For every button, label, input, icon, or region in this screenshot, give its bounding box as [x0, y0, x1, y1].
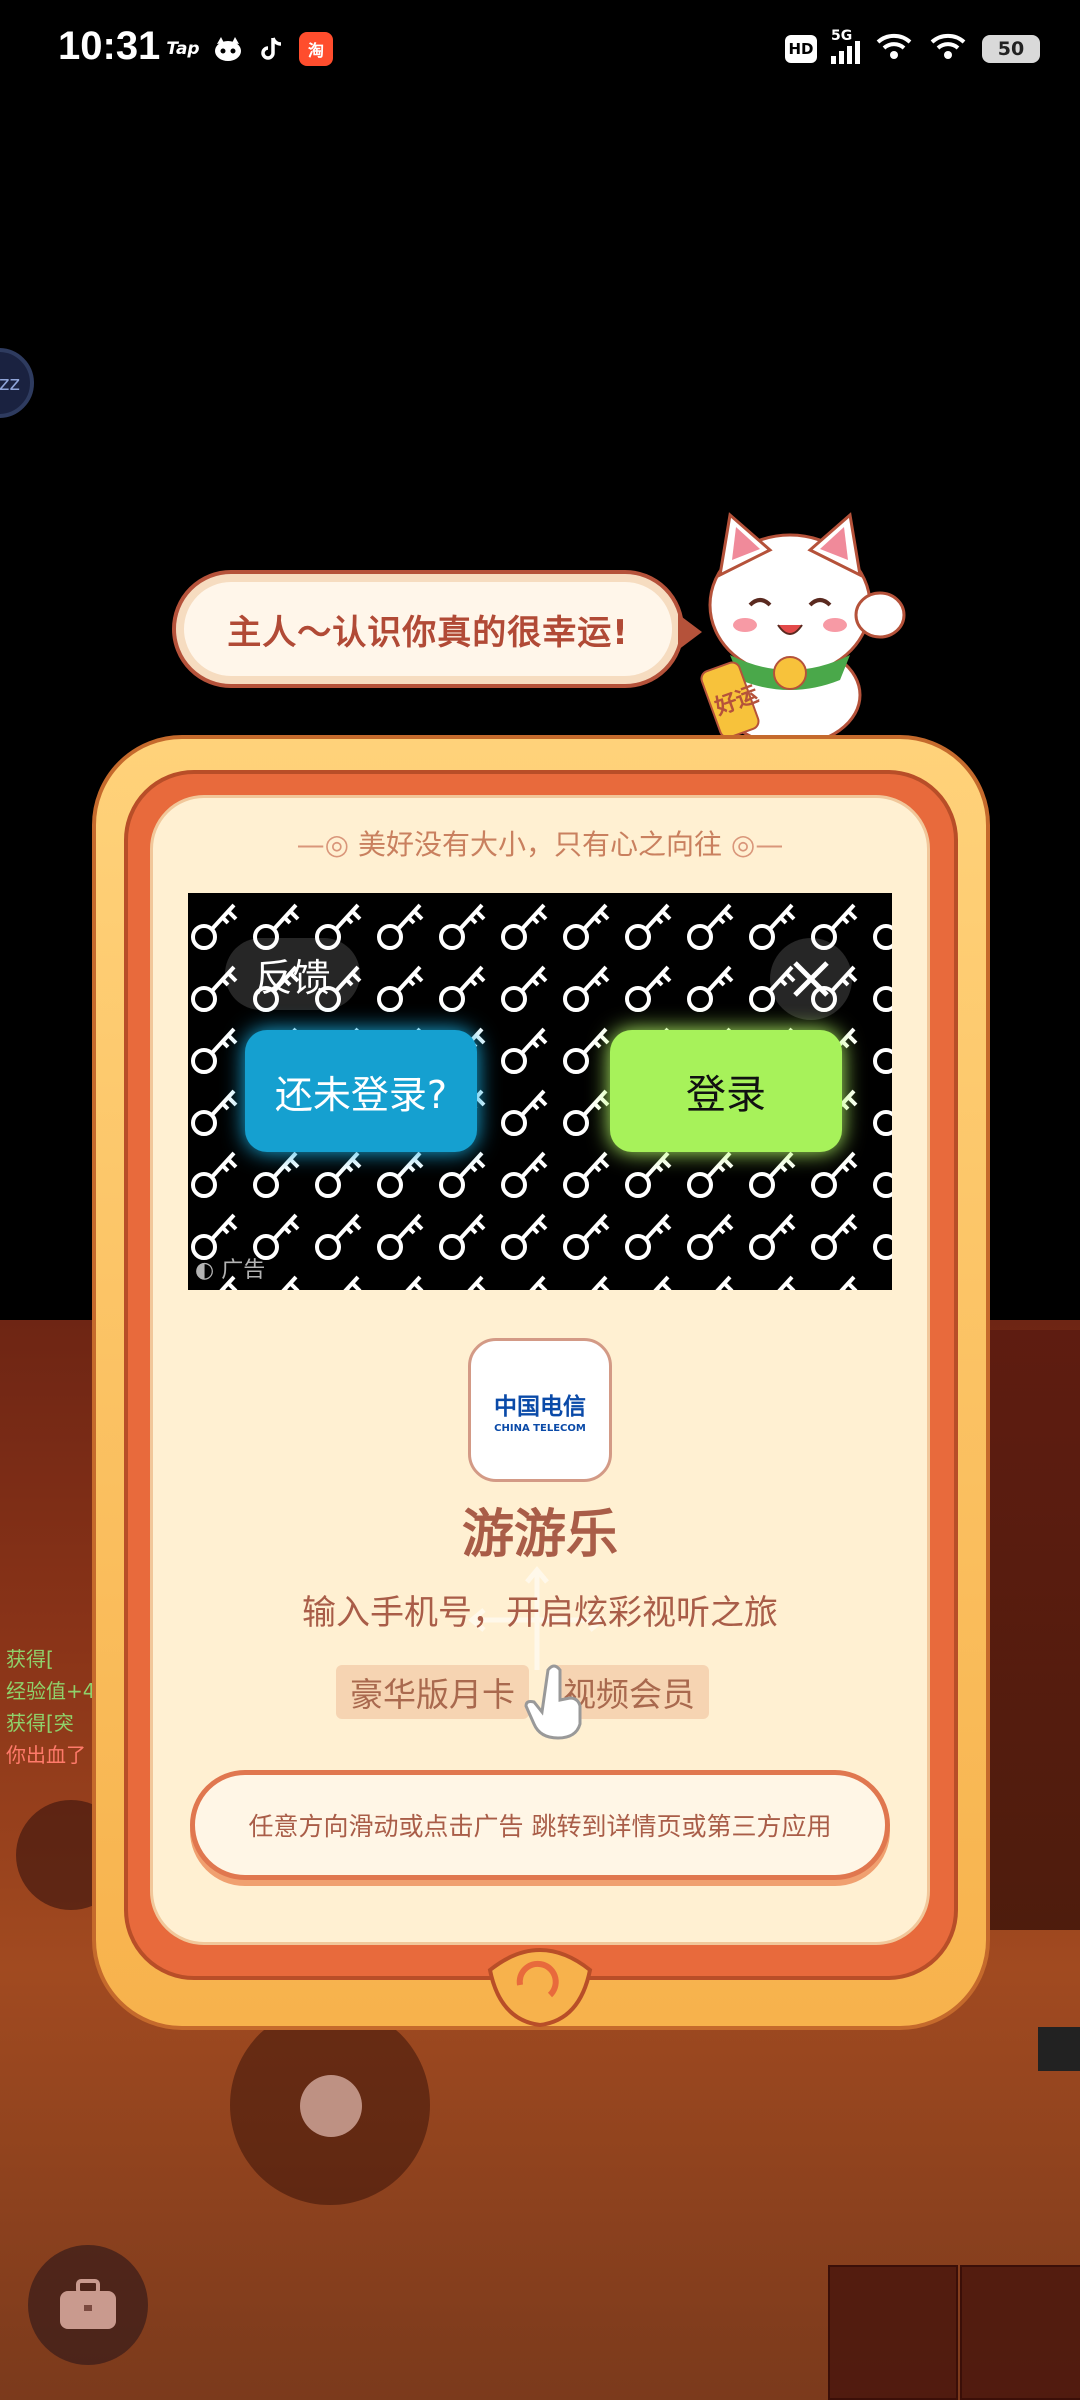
clock: 10:31 — [58, 24, 161, 68]
inventory-slot[interactable] — [960, 2265, 1080, 2400]
speech-bubble-text: 主人～认识你真的很幸运! — [227, 612, 629, 653]
close-icon — [793, 961, 829, 997]
ad-logo-icon: ◐ — [195, 1258, 222, 1283]
pointer-hand-icon — [524, 1664, 582, 1740]
status-bar: 10:31 Tap 淘 HD 5G 50 — [0, 0, 1080, 100]
taobao-icon: 淘 — [299, 32, 333, 66]
briefcase-icon — [60, 2279, 116, 2329]
backpack-button[interactable] — [28, 2245, 148, 2365]
hd-icon: HD — [785, 35, 817, 63]
notification-icons: Tap 淘 — [165, 32, 333, 66]
joystick-knob[interactable] — [300, 2075, 362, 2137]
tiktok-icon — [255, 32, 289, 66]
wifi-icon-2 — [928, 32, 968, 66]
wifi-icon — [874, 32, 914, 66]
app-logo[interactable]: 中国电信 CHINA TELECOM — [468, 1338, 612, 1482]
chat-line: 获得[突 — [6, 1711, 74, 1735]
taptap-icon: Tap — [166, 39, 200, 59]
ad-slogan: —◎ 美好没有大小，只有心之向往 ◎— — [296, 828, 784, 861]
battery-indicator: 50 — [982, 35, 1040, 63]
logo-text-cn: 中国电信 — [494, 1393, 586, 1420]
logo-text-en: CHINA TELECOM — [494, 1422, 586, 1434]
app-name: 游游乐 — [461, 1505, 618, 1565]
cloud-swirl-ornament — [487, 1948, 593, 2028]
cat-app-icon — [211, 32, 245, 66]
feature-tag: 豪华版月卡 — [336, 1665, 529, 1719]
inventory-slot[interactable] — [828, 2265, 958, 2400]
network-type-label: 5G — [831, 28, 853, 44]
login-button[interactable]: 登录 — [610, 1030, 842, 1152]
cellular-signal-icon: 5G — [831, 28, 860, 64]
not-logged-in-button[interactable]: 还未登录? — [245, 1030, 477, 1152]
chat-line: 你出血了 — [6, 1743, 86, 1767]
lucky-cat-mascot: 好运 — [700, 512, 906, 745]
feedback-button[interactable]: 反馈 — [225, 938, 360, 1010]
ad-label: ◐ 广告 — [195, 1258, 266, 1283]
system-indicators: HD 5G 50 — [785, 28, 1040, 66]
speech-bubble: 主人～认识你真的很幸运! — [172, 570, 702, 688]
joystick[interactable] — [230, 2005, 430, 2205]
side-panel-handle[interactable] — [1038, 2027, 1080, 2071]
app-description: 输入手机号，开启炫彩视听之旅 — [302, 1593, 778, 1633]
chat-line: 获得[ — [6, 1647, 54, 1671]
chat-line: 经验值+4 — [6, 1679, 96, 1703]
close-ad-button[interactable] — [770, 938, 852, 1020]
sleep-button[interactable]: zz — [0, 348, 34, 418]
cta-button[interactable]: 任意方向滑动或点击广告 跳转到详情页或第三方应用 — [190, 1770, 890, 1880]
